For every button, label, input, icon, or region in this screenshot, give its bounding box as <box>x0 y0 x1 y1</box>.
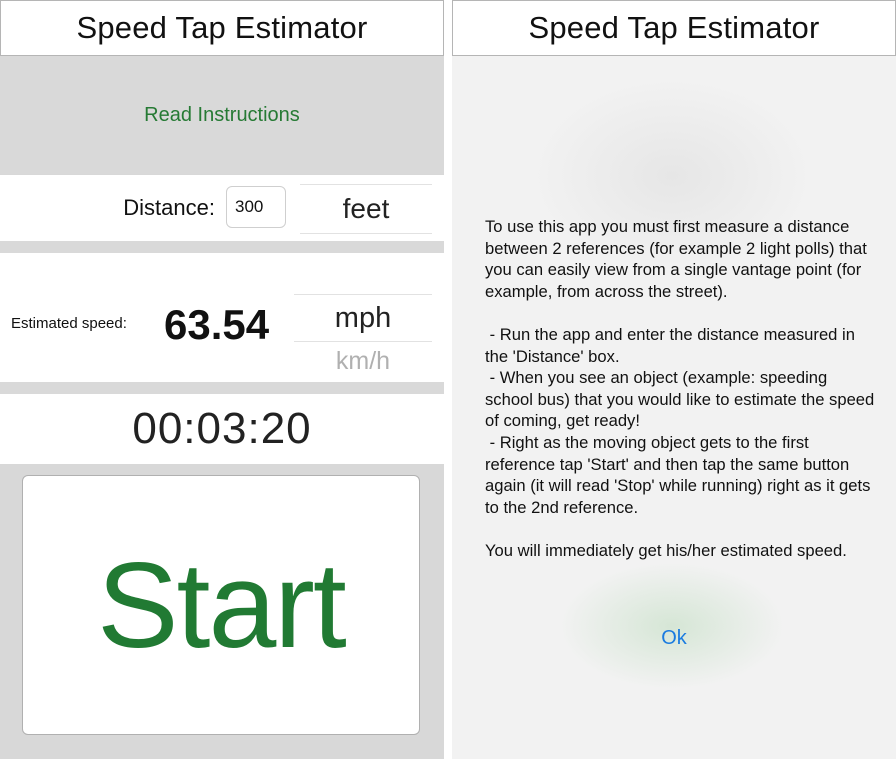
distance-input[interactable] <box>226 186 286 228</box>
distance-label: Distance: <box>123 195 215 220</box>
start-button-label: Start <box>97 537 347 673</box>
speed-unit-kmh[interactable]: km/h <box>294 344 432 378</box>
estimated-speed-value: 63.54 <box>164 301 270 348</box>
app-title: Speed Tap Estimator <box>452 0 896 56</box>
ok-button[interactable]: Ok <box>452 624 896 652</box>
divider-band <box>0 241 444 253</box>
distance-unit-picker[interactable]: feet <box>300 184 432 234</box>
instructions-band: Read Instructions <box>0 56 444 174</box>
divider-band <box>0 382 444 394</box>
timer-display: 00:03:20 <box>132 404 312 453</box>
speed-unit-mph[interactable]: mph <box>294 294 432 342</box>
estimated-speed-label: Estimated speed: <box>11 315 127 332</box>
page: Speed Tap Estimator Read Instructions Di… <box>0 0 896 759</box>
instructions-text: To use this app you must first measure a… <box>485 217 875 560</box>
start-button[interactable]: Start <box>22 475 420 735</box>
timer-row: 00:03:20 <box>0 394 444 464</box>
main-screen: Speed Tap Estimator Read Instructions Di… <box>0 0 444 759</box>
app-title: Speed Tap Estimator <box>0 0 444 56</box>
instructions-screen: Speed Tap Estimator To use this app you … <box>452 0 896 759</box>
read-instructions-link[interactable]: Read Instructions <box>144 104 300 127</box>
